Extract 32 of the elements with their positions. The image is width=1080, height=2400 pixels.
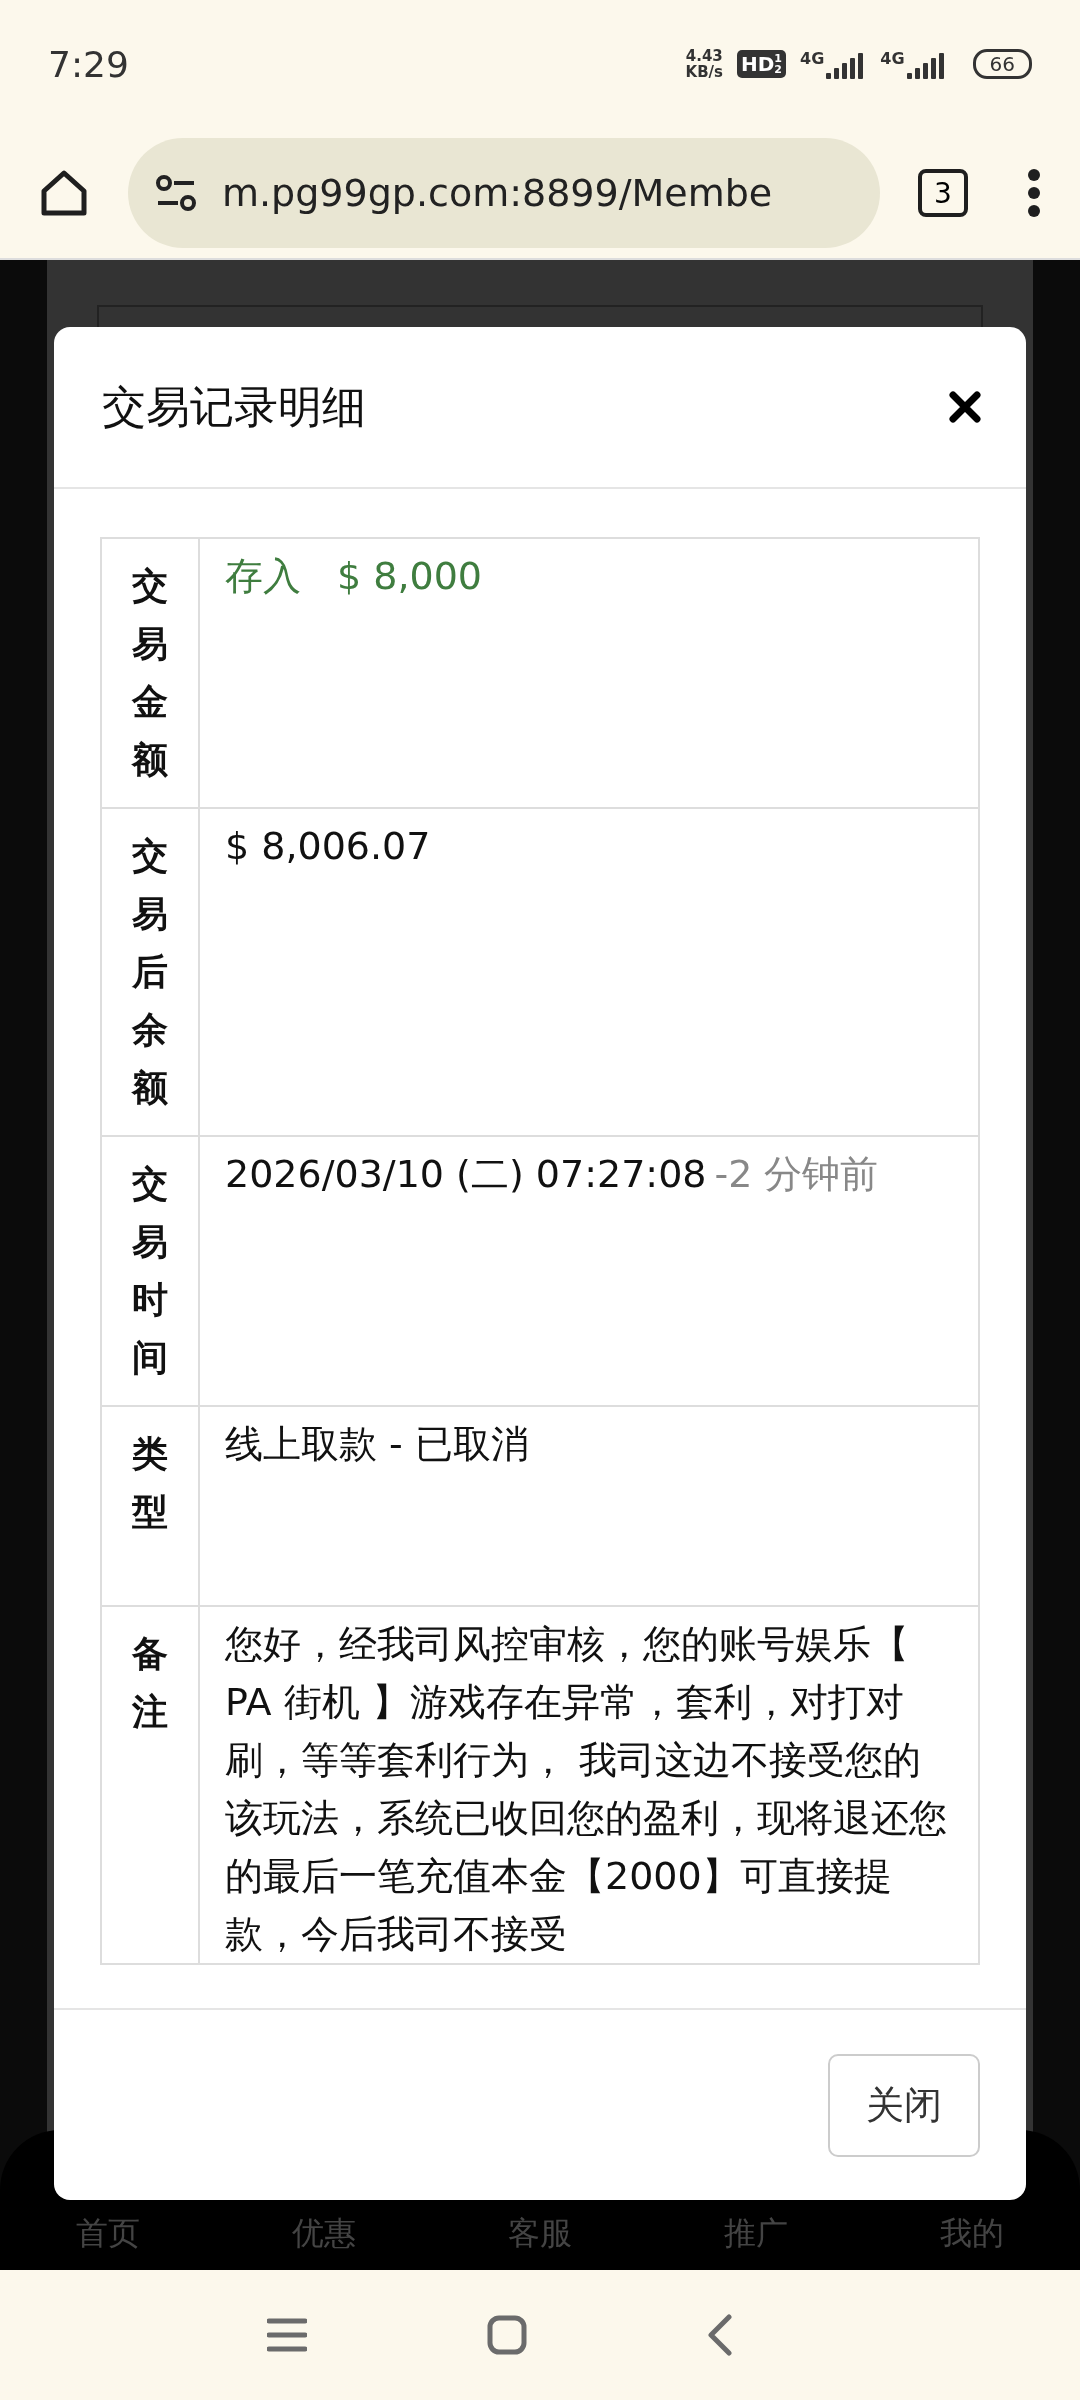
address-bar[interactable]: m.pg99gp.com:8899/Membe bbox=[128, 138, 880, 248]
row-label: 交易时间 bbox=[132, 1162, 168, 1380]
tab-count-button[interactable]: 3 bbox=[918, 169, 968, 217]
nav-item[interactable]: 客服 bbox=[508, 2212, 572, 2256]
row-value: 存入 bbox=[225, 553, 301, 600]
dialog-title: 交易记录明细 bbox=[102, 379, 366, 434]
row-label: 交易金额 bbox=[132, 564, 168, 782]
row-label: 备注 bbox=[132, 1632, 168, 1734]
network-type: 4G bbox=[800, 49, 825, 68]
row-value: $ 8,006.07 bbox=[225, 824, 431, 868]
network-type: 4G bbox=[880, 49, 905, 68]
back-icon[interactable] bbox=[707, 2314, 733, 2356]
row-value: 2026/03/10 (二) 07:27:08 bbox=[225, 1151, 707, 1198]
nav-item[interactable]: 优惠 bbox=[292, 2212, 356, 2256]
nav-item[interactable]: 首页 bbox=[76, 2212, 140, 2256]
row-label: 类型 bbox=[132, 1432, 168, 1534]
close-icon[interactable] bbox=[948, 390, 982, 424]
close-button[interactable]: 关闭 bbox=[828, 2053, 980, 2157]
home-square-icon[interactable] bbox=[487, 2315, 527, 2355]
menu-icon[interactable] bbox=[267, 2318, 307, 2352]
row-value: 您好，经我司风控审核，您的账号娱乐【 PA 街机 】游戏存在异常，套利，对打对刷，等等套利行为， 我司这边不接受您的该玩法，系统已收回您的盈利，现将退还您的最后一笔充值本金【2000】可直接提款，今后我司不接受 bbox=[225, 1622, 947, 1956]
tune-icon[interactable] bbox=[154, 173, 198, 213]
row-value-note: $ 8,000 bbox=[337, 553, 483, 600]
nav-item[interactable]: 我的 bbox=[940, 2212, 1004, 2256]
row-label: 交易后余额 bbox=[132, 834, 168, 1110]
status-time: 7:29 bbox=[48, 43, 129, 85]
battery-icon: 66 bbox=[972, 49, 1032, 79]
row-value: 线上取款 - 已取消 bbox=[225, 1422, 529, 1466]
row-value-note: -2 分钟前 bbox=[714, 1151, 879, 1198]
more-icon[interactable] bbox=[1026, 167, 1042, 219]
nav-item[interactable]: 推广 bbox=[724, 2212, 788, 2256]
network-speed: 4.43 KB/s bbox=[685, 48, 723, 80]
